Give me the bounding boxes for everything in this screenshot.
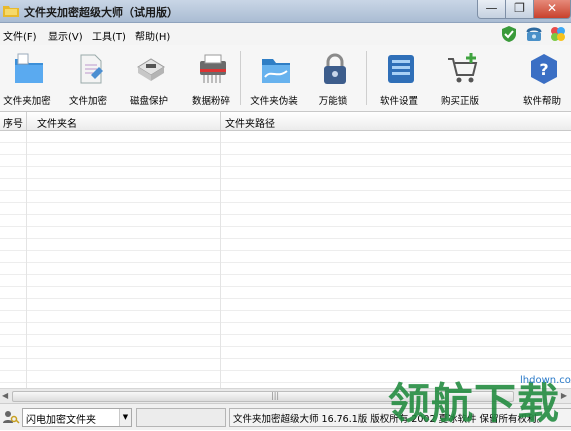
folder-disguise-icon bbox=[262, 59, 290, 83]
help-icon: ? bbox=[531, 54, 557, 84]
tool-folder-disguise[interactable]: 文件夹伪装 bbox=[244, 45, 304, 111]
tool-shredder[interactable]: 数据粉碎 bbox=[181, 45, 241, 111]
settings-icon bbox=[388, 55, 414, 83]
column-header-index[interactable]: 序号 bbox=[3, 115, 23, 130]
tool-settings[interactable]: 软件设置 bbox=[369, 45, 429, 111]
column-gridline bbox=[220, 131, 221, 388]
padlock-icon bbox=[324, 53, 346, 84]
column-divider[interactable] bbox=[26, 112, 27, 130]
tool-file-encrypt[interactable]: 文件加密 bbox=[58, 45, 118, 111]
minimize-button[interactable]: — bbox=[477, 0, 506, 19]
close-button[interactable]: ✕ bbox=[533, 0, 571, 19]
window-title: 文件夹加密超级大师（试用版） bbox=[24, 6, 178, 19]
tool-label: 购买正版 bbox=[440, 96, 479, 107]
menu-tools[interactable]: 工具(T) bbox=[92, 28, 126, 43]
svg-text:?: ? bbox=[539, 60, 548, 79]
list-header: 序号 文件夹名 文件夹路径 bbox=[0, 112, 571, 131]
tool-folder-encrypt[interactable]: 文件夹加密 bbox=[0, 45, 57, 111]
shredder-icon bbox=[200, 54, 226, 83]
shield-check-icon[interactable] bbox=[500, 25, 518, 43]
tool-label: 文件加密 bbox=[68, 96, 107, 107]
encrypt-mode-select[interactable]: 闪电加密文件夹 ▼ bbox=[22, 408, 132, 427]
colorful-logo-icon[interactable] bbox=[549, 25, 567, 43]
users-key-icon bbox=[3, 411, 20, 424]
grip-icon: ||| bbox=[271, 391, 280, 400]
tool-label: 磁盘保护 bbox=[129, 96, 168, 107]
file-lock-icon bbox=[80, 54, 103, 84]
menu-bar: 文件(F) 显示(V) 工具(T) 帮助(H) bbox=[0, 23, 571, 45]
title-bar: 文件夹加密超级大师（试用版） — ❐ ✕ bbox=[0, 0, 571, 23]
menu-help[interactable]: 帮助(H) bbox=[135, 28, 170, 43]
chevron-down-icon[interactable]: ▼ bbox=[119, 409, 131, 426]
restore-button[interactable]: ❐ bbox=[505, 0, 534, 19]
tool-label: 文件夹加密 bbox=[3, 96, 51, 107]
column-divider[interactable] bbox=[220, 112, 221, 130]
column-gridline bbox=[26, 131, 27, 388]
phone-icon[interactable] bbox=[525, 25, 543, 43]
column-header-folder-path[interactable]: 文件夹路径 bbox=[225, 115, 275, 130]
tool-label: 软件帮助 bbox=[522, 96, 561, 107]
status-panel bbox=[136, 408, 226, 427]
tool-label: 万能锁 bbox=[318, 96, 348, 107]
toolbar: 文件夹加密 文件加密 磁盘保护 数据粉碎 文件夹伪装 万能锁 软件设置 购买正版… bbox=[0, 45, 571, 112]
scroll-right-arrow-icon[interactable]: ▶ bbox=[561, 391, 567, 400]
disk-protect-icon bbox=[137, 58, 165, 81]
tool-help[interactable]: ? 软件帮助 bbox=[512, 45, 571, 111]
app-icon bbox=[3, 6, 19, 17]
tool-disk-protect[interactable]: 磁盘保护 bbox=[119, 45, 179, 111]
encrypt-mode-value: 闪电加密文件夹 bbox=[26, 415, 96, 426]
column-header-folder-name[interactable]: 文件夹名 bbox=[37, 115, 77, 130]
folder-lock-icon bbox=[15, 53, 43, 83]
menu-view[interactable]: 显示(V) bbox=[48, 28, 83, 43]
tool-label: 文件夹伪装 bbox=[250, 96, 298, 107]
tool-label: 数据粉碎 bbox=[191, 96, 230, 107]
watermark-url: lhdown.com bbox=[520, 375, 571, 386]
tool-label: 软件设置 bbox=[379, 96, 418, 107]
cart-icon bbox=[448, 53, 478, 83]
list-rows bbox=[0, 131, 571, 388]
toolbar-separator bbox=[240, 51, 241, 105]
scroll-left-arrow-icon[interactable]: ◀ bbox=[2, 391, 8, 400]
tool-buy[interactable]: 购买正版 bbox=[430, 45, 490, 111]
tool-universal-lock[interactable]: 万能锁 bbox=[303, 45, 363, 111]
toolbar-separator bbox=[366, 51, 367, 105]
folder-list[interactable]: 序号 文件夹名 文件夹路径 bbox=[0, 112, 571, 388]
menu-file[interactable]: 文件(F) bbox=[3, 28, 37, 43]
